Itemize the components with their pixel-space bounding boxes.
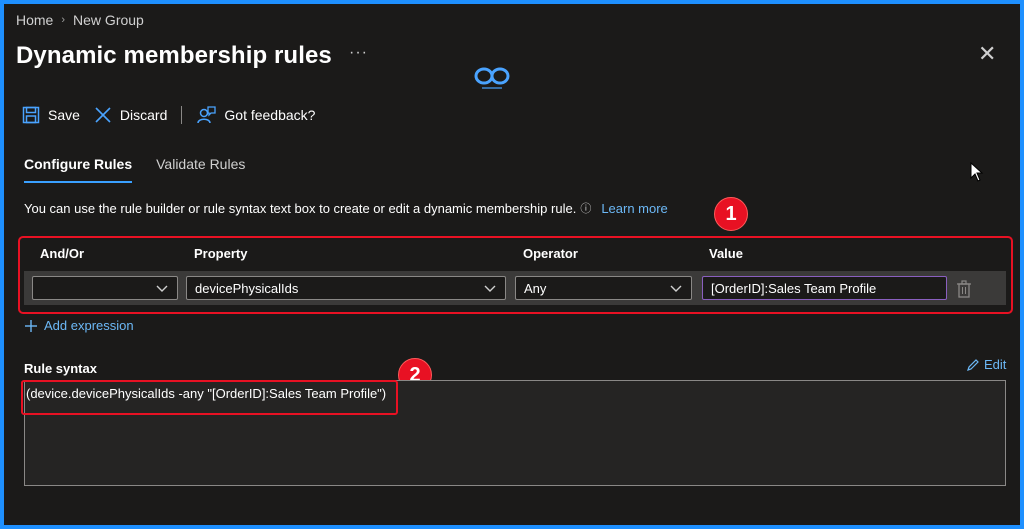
save-label: Save — [48, 107, 80, 123]
discard-label: Discard — [119, 107, 168, 123]
save-button[interactable]: Save — [22, 106, 80, 124]
add-expression-label: Add expression — [44, 318, 134, 333]
pencil-icon — [967, 358, 979, 371]
watermark-logo-icon — [474, 67, 510, 89]
breadcrumb: Home › New Group — [16, 12, 144, 28]
info-icon[interactable]: ⓘ — [580, 200, 591, 216]
breadcrumb-current[interactable]: New Group — [73, 12, 144, 28]
add-expression-button[interactable]: Add expression — [24, 318, 134, 333]
mouse-cursor-icon — [970, 162, 984, 182]
delete-icon[interactable] — [956, 280, 972, 298]
operator-dropdown[interactable]: Any — [515, 276, 692, 300]
feedback-icon — [197, 106, 217, 124]
edit-label: Edit — [984, 357, 1007, 372]
chevron-down-icon — [484, 285, 496, 292]
value-text: [OrderID]:Sales Team Profile — [711, 280, 877, 296]
info-text: You can use the rule builder or rule syn… — [24, 200, 577, 216]
toolbar-divider — [181, 106, 183, 124]
operator-value: Any — [524, 280, 547, 296]
column-header-operator: Operator — [523, 246, 578, 261]
chevron-down-icon — [156, 285, 168, 292]
property-value: devicePhysicalIds — [195, 280, 299, 296]
page-title: Dynamic membership rules — [16, 42, 332, 69]
property-dropdown[interactable]: devicePhysicalIds — [186, 276, 506, 300]
annotation-badge-1: 1 — [714, 197, 748, 231]
plus-icon — [25, 319, 37, 332]
tab-bar: Configure Rules Validate Rules — [24, 156, 245, 183]
value-input[interactable]: [OrderID]:Sales Team Profile — [702, 276, 947, 300]
info-text-line: You can use the rule builder or rule syn… — [24, 200, 668, 216]
and-or-dropdown[interactable] — [32, 276, 178, 300]
tab-validate-rules[interactable]: Validate Rules — [156, 156, 245, 183]
syntax-highlight-box — [21, 380, 398, 415]
feedback-button[interactable]: Got feedback? — [196, 106, 315, 124]
discard-button[interactable]: Discard — [94, 106, 167, 124]
column-header-property: Property — [194, 246, 248, 261]
column-header-value: Value — [709, 246, 743, 261]
close-button[interactable]: ✕ — [978, 43, 996, 65]
column-header-and-or: And/Or — [40, 246, 85, 261]
toolbar: Save Discard Got feedback? — [22, 106, 329, 124]
edit-button[interactable]: Edit — [966, 357, 1006, 372]
more-options-button[interactable]: ··· — [349, 44, 368, 62]
breadcrumb-separator: › — [61, 14, 66, 26]
learn-more-link[interactable]: Learn more — [601, 201, 667, 216]
chevron-down-icon — [670, 285, 682, 292]
feedback-label: Got feedback? — [224, 107, 316, 123]
breadcrumb-home[interactable]: Home — [16, 12, 53, 28]
tab-configure-rules[interactable]: Configure Rules — [24, 156, 133, 183]
discard-icon — [95, 107, 111, 123]
save-icon — [22, 106, 40, 124]
rule-syntax-label: Rule syntax — [24, 361, 97, 376]
